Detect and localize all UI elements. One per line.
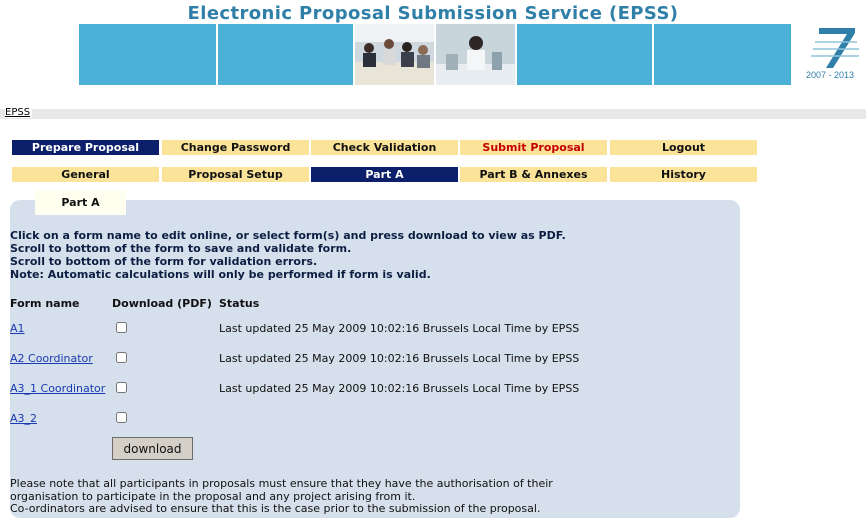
header-banner — [79, 24, 791, 85]
nav-prepare-proposal[interactable]: Prepare Proposal — [12, 140, 159, 155]
form-link-a1[interactable]: A1 — [10, 322, 25, 335]
fp7-logo-years: 2007 - 2013 — [805, 70, 855, 80]
nav-change-password[interactable]: Change Password — [162, 140, 309, 155]
instructions: Click on a form name to edit online, or … — [10, 229, 566, 281]
status-a2: Last updated 25 May 2009 10:02:16 Brusse… — [219, 352, 580, 365]
download-checkbox-a3-2[interactable] — [116, 412, 127, 423]
status-a3-1: Last updated 25 May 2009 10:02:16 Brusse… — [219, 382, 580, 395]
authorisation-note: Please note that all participants in pro… — [10, 477, 553, 516]
nav-logout[interactable]: Logout — [610, 140, 757, 155]
lab-photo — [436, 24, 515, 85]
tab-history[interactable]: History — [610, 167, 757, 182]
instruction-line: Click on a form name to edit online, or … — [10, 229, 566, 242]
instruction-line: Scroll to bottom of the form to save and… — [10, 242, 352, 255]
epss-home-link[interactable]: EPSS — [5, 107, 33, 118]
tab-part-b-annexes[interactable]: Part B & Annexes — [460, 167, 607, 182]
nav-submit-proposal[interactable]: Submit Proposal — [460, 140, 607, 155]
download-checkbox-a3-1[interactable] — [116, 382, 127, 393]
section-tab-part-a: Part A — [35, 190, 126, 215]
tab-general[interactable]: General — [12, 167, 159, 182]
tab-proposal-setup[interactable]: Proposal Setup — [162, 167, 309, 182]
note-line: Co-ordinators are advised to ensure that… — [10, 502, 541, 515]
header-status: Status — [219, 297, 260, 310]
form-link-a3-2[interactable]: A3_2 — [10, 412, 37, 425]
header-form-name: Form name — [10, 297, 80, 310]
status-a1: Last updated 25 May 2009 10:02:16 Brusse… — [219, 322, 580, 335]
note-line: Please note that all participants in pro… — [10, 477, 553, 490]
meeting-photo — [355, 24, 434, 85]
instruction-line: Scroll to bottom of the form for validat… — [10, 255, 318, 268]
page-title: Electronic Proposal Submission Service (… — [187, 3, 679, 24]
form-link-a3-1-coordinator[interactable]: A3_1 Coordinator — [10, 382, 105, 395]
form-link-a2-coordinator[interactable]: A2 Coordinator — [10, 352, 93, 365]
instruction-line: Note: Automatic calculations will only b… — [10, 268, 431, 281]
breadcrumb-bar — [0, 109, 866, 119]
nav-check-validation[interactable]: Check Validation — [311, 140, 458, 155]
tab-part-a[interactable]: Part A — [311, 167, 458, 182]
download-button[interactable]: download — [112, 437, 193, 460]
download-checkbox-a2[interactable] — [116, 352, 127, 363]
download-checkbox-a1[interactable] — [116, 322, 127, 333]
header-download-pdf: Download (PDF) — [112, 297, 212, 310]
